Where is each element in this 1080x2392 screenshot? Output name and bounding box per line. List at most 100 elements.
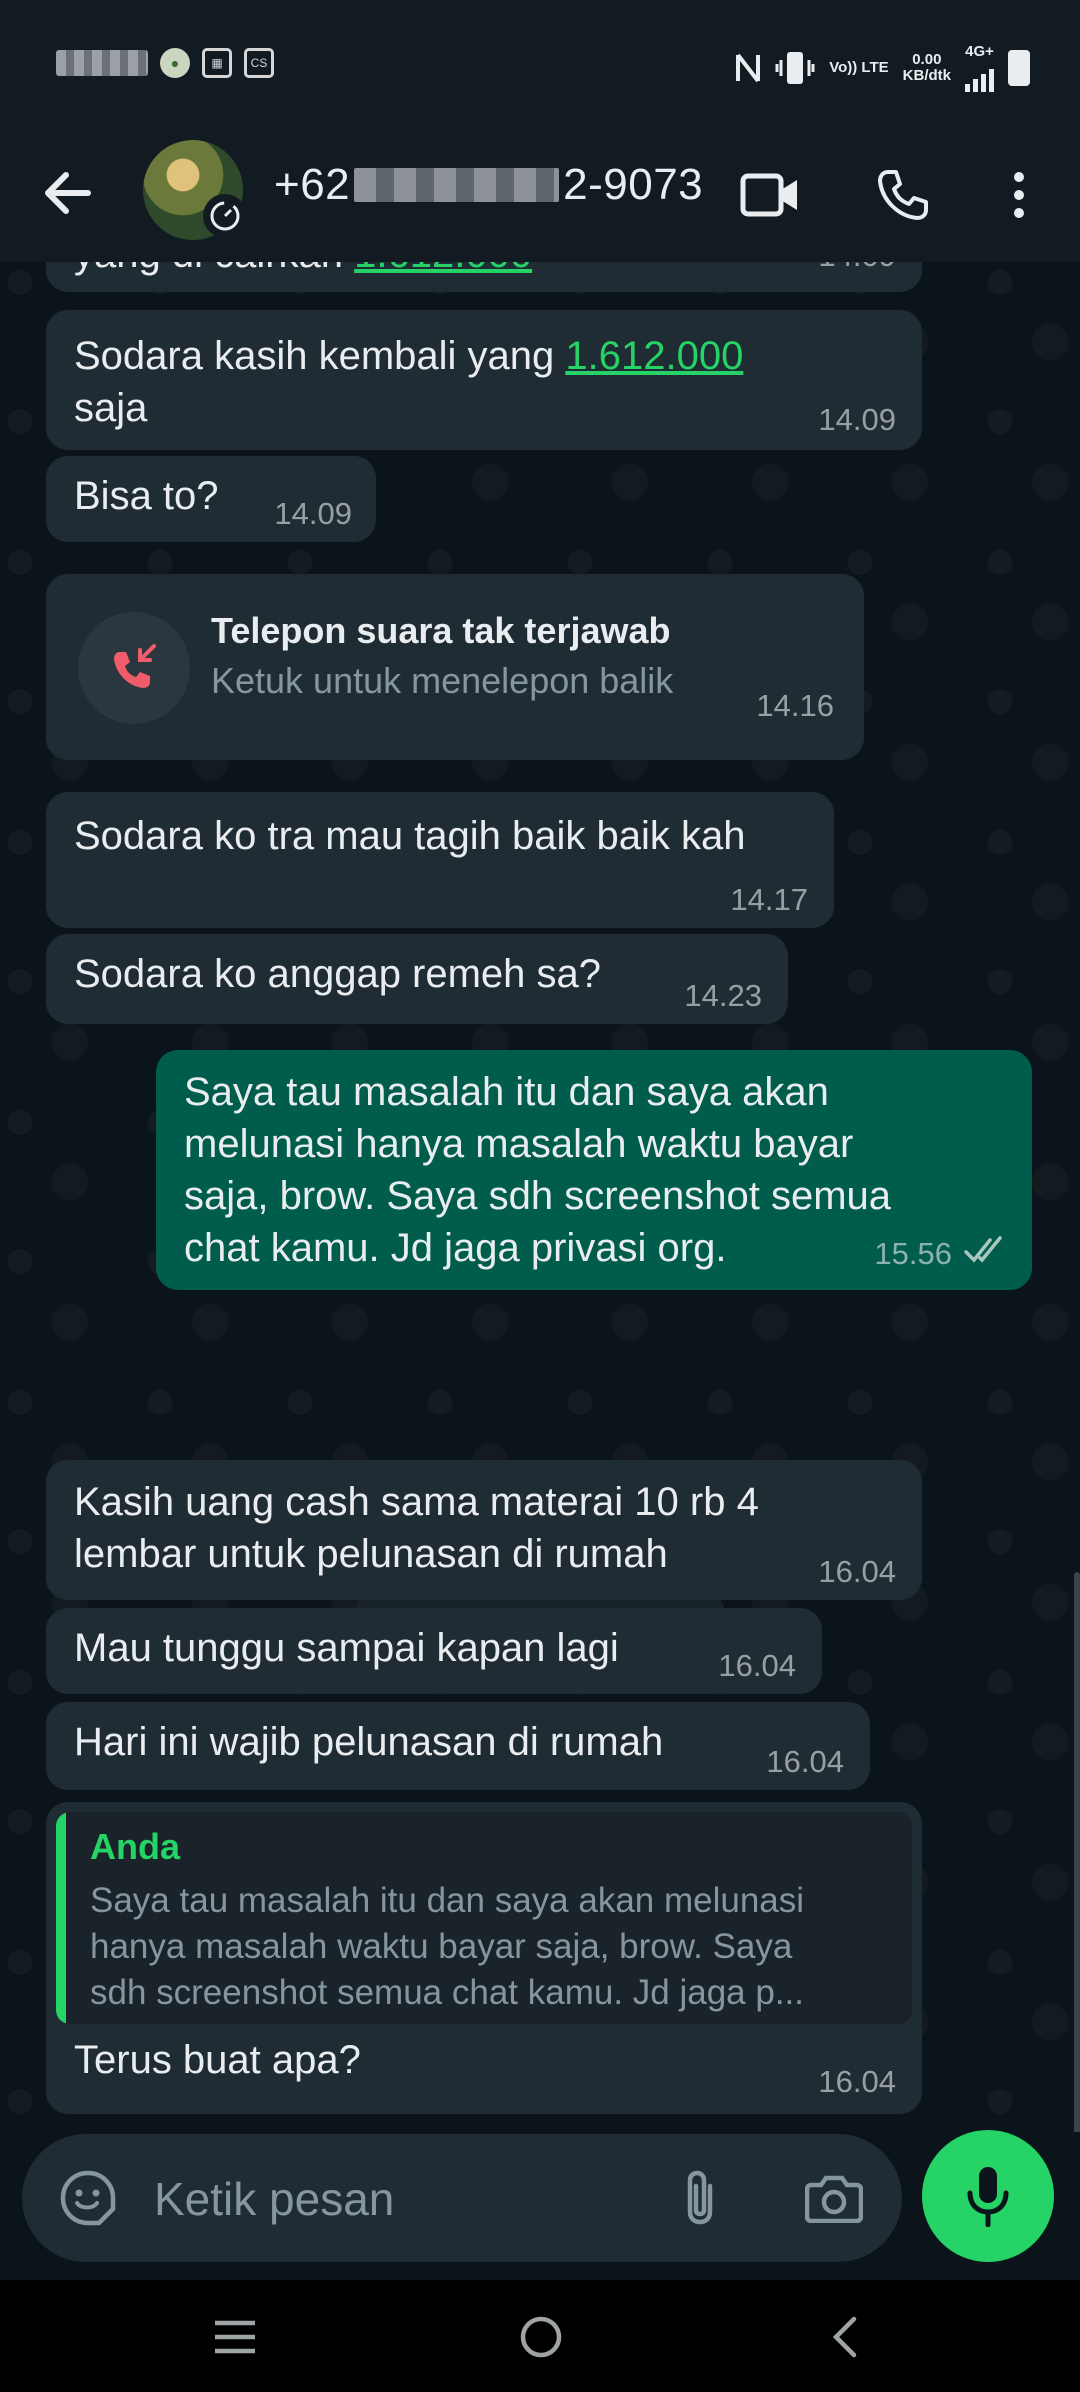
back-button[interactable] — [38, 163, 98, 223]
blurred-clock — [56, 50, 148, 76]
system-nav-bar — [0, 2280, 1080, 2392]
message-bubble[interactable]: Sodara ko tra mau tagih baik baik kah 14… — [46, 792, 834, 928]
quoted-message[interactable]: Anda Saya tau masalah itu dan saya akan … — [56, 1812, 912, 2024]
arrow-left-icon — [45, 172, 91, 214]
voice-call-button[interactable] — [868, 160, 938, 230]
grid-icon: ▦ — [202, 48, 232, 78]
app-notification-icon: ● — [160, 48, 190, 78]
message-text: Mau tunggu sampai kapan lagi — [74, 1626, 619, 1670]
reply-message-bubble[interactable]: Anda Saya tau masalah itu dan saya akan … — [46, 1802, 922, 2114]
voice-record-button[interactable] — [922, 2130, 1054, 2262]
message-text: Sodara ko tra mau tagih baik baik kah — [74, 814, 746, 858]
speed-unit: KB/dtk — [902, 67, 951, 84]
message-time: 14.16 — [756, 688, 834, 723]
phone-icon — [878, 170, 928, 220]
message-time: 14.09 — [818, 402, 896, 437]
message-line: melunasi hanya masalah waktu bayar — [184, 1122, 854, 1166]
message-text: Hari ini wajib pelunasan di rumah — [74, 1720, 664, 1764]
nfc-icon — [736, 53, 761, 83]
camera-icon — [805, 2175, 863, 2223]
message-line: chat kamu. Jd jaga privasi org. — [184, 1226, 727, 1270]
message-bubble[interactable]: Sodara kasih kembali yang 1.612.000 saja… — [46, 310, 922, 450]
quote-author: Anda — [90, 1826, 180, 1867]
message-bubble[interactable]: Kasih uang cash sama materai 10 rb 4 lem… — [46, 1460, 922, 1600]
message-time: 16.04 — [718, 1648, 796, 1683]
message-time: 14.17 — [730, 882, 808, 917]
missed-call-icon — [78, 612, 190, 724]
message-bubble[interactable]: Sodara ko anggap remeh sa? 14.23 — [46, 934, 788, 1024]
video-camera-icon — [740, 173, 797, 217]
message-time: 16.04 — [766, 1744, 844, 1779]
home-button[interactable] — [506, 2302, 576, 2372]
sticker-smile-icon — [60, 2170, 116, 2226]
paperclip-icon — [687, 2170, 713, 2225]
message-time: 16.04 — [818, 2064, 896, 2099]
quote-text: Saya tau masalah itu dan saya akan melun… — [90, 1878, 804, 2016]
camera-button[interactable] — [802, 2166, 866, 2230]
cs-icon: CS — [244, 48, 274, 78]
chat-area[interactable]: yang di cairkan 1.612.000 14.09 Sodara k… — [0, 262, 1080, 2132]
message-bubble[interactable]: yang di cairkan 1.612.000 14.09 — [46, 262, 922, 292]
more-vert-icon — [1014, 172, 1024, 218]
signal-group: 4G+ — [965, 44, 994, 92]
message-bubble[interactable]: Hari ini wajib pelunasan di rumah 16.04 — [46, 1702, 870, 1790]
blurred-number — [354, 168, 560, 202]
emoji-button[interactable] — [56, 2166, 120, 2230]
video-call-button[interactable] — [736, 160, 806, 230]
back-nav-button[interactable] — [810, 2302, 880, 2372]
message-text: Bisa to? — [74, 474, 219, 518]
network-type: 4G+ — [965, 43, 994, 60]
status-bar: ● ▦ CS Vo)) LTE 0.00 KB/dtk 4G+ — [0, 0, 1080, 130]
speed-value: 0.00 — [912, 51, 942, 68]
network-speed: 0.00 KB/dtk — [903, 52, 951, 84]
message-input[interactable] — [152, 2168, 636, 2230]
quote-line: Saya tau masalah itu dan saya akan melun… — [90, 1881, 805, 1920]
double-check-icon — [964, 1236, 1002, 1263]
chat-header: +62 2-9073 — [0, 130, 1080, 262]
message-input-bar — [22, 2134, 902, 2262]
call-subtitle: Ketuk untuk menelepon balik — [211, 660, 674, 701]
recents-button[interactable] — [200, 2302, 270, 2372]
message-time: 14.09 — [818, 262, 896, 274]
menu-button[interactable] — [984, 160, 1054, 230]
message-time: 14.09 — [274, 496, 352, 531]
message-line: lembar untuk pelunasan di rumah — [74, 1532, 668, 1576]
amount-link[interactable]: 1.612.000 — [354, 262, 532, 276]
vibrate-icon — [775, 52, 815, 84]
message-text: yang di cairkan 1.612.000 — [74, 262, 532, 280]
chevron-left-icon — [832, 2316, 857, 2358]
message-time: 14.23 — [684, 978, 762, 1013]
outgoing-message-bubble[interactable]: Saya tau masalah itu dan saya akan melun… — [156, 1050, 1032, 1290]
microphone-icon — [967, 2167, 1009, 2227]
contact-prefix: +62 — [274, 160, 351, 209]
contact-name[interactable]: +62 2-9073 — [274, 160, 703, 210]
message-text-part: yang di cairkan — [74, 262, 343, 276]
disappearing-timer-icon — [203, 194, 247, 238]
signal-bars-icon — [965, 60, 994, 92]
message-bubble[interactable]: Mau tunggu sampai kapan lagi 16.04 — [46, 1608, 822, 1694]
contact-suffix: 2-9073 — [563, 160, 704, 209]
quote-accent-bar — [56, 1812, 66, 2024]
message-text-part: saja — [74, 386, 148, 430]
message-text: Sodara kasih kembali yang 1.612.000 — [74, 330, 743, 382]
status-left: ● ▦ CS — [56, 48, 274, 78]
message-time: 16.04 — [818, 1554, 896, 1589]
message-line: saja, brow. Saya sdh screenshot semua — [184, 1174, 892, 1218]
message-text: Sodara ko anggap remeh sa? — [74, 952, 602, 996]
message-line: Saya tau masalah itu dan saya akan — [184, 1070, 829, 1114]
scrollbar[interactable] — [1074, 1572, 1080, 2132]
missed-call-bubble[interactable]: Telepon suara tak terjawab Ketuk untuk m… — [46, 574, 864, 760]
amount-link[interactable]: 1.612.000 — [565, 334, 743, 378]
status-right: Vo)) LTE 0.00 KB/dtk 4G+ — [735, 44, 1030, 92]
call-title: Telepon suara tak terjawab — [211, 610, 671, 651]
message-text: Terus buat apa? — [74, 2038, 361, 2082]
message-text-part: Sodara kasih kembali yang — [74, 334, 566, 378]
message-time: 15.56 — [874, 1236, 952, 1271]
home-circle-icon — [520, 2316, 562, 2358]
message-bubble[interactable]: Bisa to? 14.09 — [46, 456, 376, 542]
volte-indicator: Vo)) LTE — [829, 59, 889, 76]
menu-lines-icon — [215, 2320, 255, 2354]
quote-line: sdh screenshot semua chat kamu. Jd jaga … — [90, 1973, 804, 2012]
attach-button[interactable] — [668, 2166, 732, 2230]
message-line: Kasih uang cash sama materai 10 rb 4 — [74, 1480, 759, 1524]
